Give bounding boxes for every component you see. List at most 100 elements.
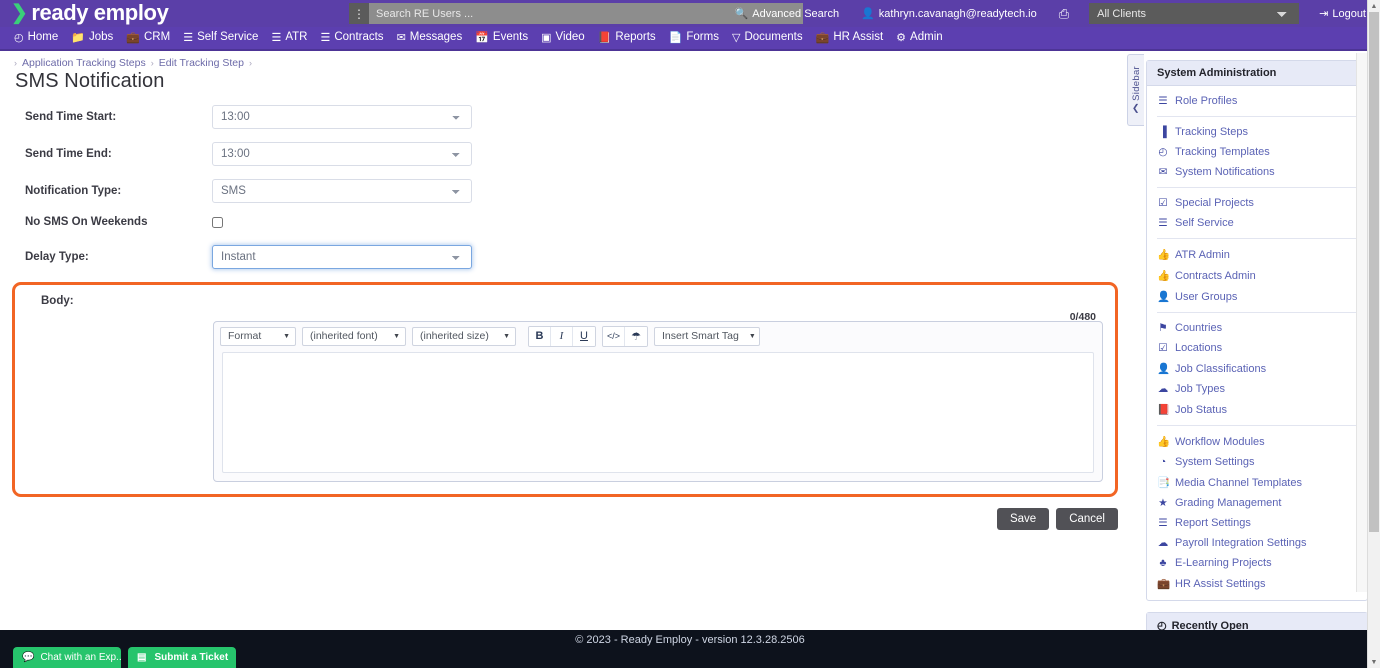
list-icon: ☰	[1158, 95, 1168, 107]
divider	[1157, 312, 1357, 313]
sidebar-item-locations[interactable]: ☑ Locations	[1147, 338, 1367, 358]
sidebar-item-label: System Notifications	[1175, 166, 1275, 178]
nav-item-messages[interactable]: ✉ Messages	[397, 32, 476, 44]
sidebar-item-role-profiles[interactable]: ☰ Role Profiles	[1147, 91, 1367, 111]
divider	[1157, 238, 1357, 239]
browser-scrollbar[interactable]: ▲ ▼	[1367, 0, 1380, 668]
user-account-link[interactable]: 👤 kathryn.cavanagh@readytech.io	[861, 7, 1037, 21]
send-time-start-select[interactable]: 13:00	[212, 105, 472, 129]
sidebar-item-grading-management[interactable]: ★ Grading Management	[1147, 493, 1367, 513]
nav-item-forms[interactable]: 📄 Forms	[669, 32, 732, 44]
sidebar-item-label: Job Status	[1175, 403, 1227, 416]
breadcrumb-separator-icon: ›	[150, 58, 154, 68]
nav-item-video[interactable]: ▣ Video	[541, 32, 598, 44]
nav-item-documents[interactable]: ▽ Documents	[732, 32, 816, 44]
book-icon: 📕	[1157, 404, 1171, 416]
cloud-icon: ☁	[1157, 383, 1169, 395]
search-options-kebab-icon[interactable]: ⋮	[349, 3, 369, 24]
scrollbar-thumb[interactable]	[1369, 12, 1379, 532]
logout-link[interactable]: ⇥ Logout	[1319, 7, 1366, 21]
sidebar-item-job-classifications[interactable]: 👤 Job Classifications	[1147, 358, 1367, 379]
underline-button[interactable]: U	[573, 326, 595, 346]
sidebar-item-label: ATR Admin	[1175, 248, 1230, 261]
sidebar-item-report-settings[interactable]: ☰ Report Settings	[1147, 513, 1367, 533]
sidebar-item-payroll-integration-settings[interactable]: ☁ Payroll Integration Settings	[1147, 533, 1367, 553]
breadcrumb-item-edit-tracking-step[interactable]: Edit Tracking Step	[159, 57, 244, 69]
sidebar-item-media-channel-templates[interactable]: 📑 Media Channel Templates	[1147, 472, 1367, 493]
nav-item-atr[interactable]: ☰ ATR	[271, 32, 320, 44]
insert-smart-tag-dropdown[interactable]: Insert Smart Tag ▼	[654, 326, 760, 346]
sidebar-item-countries[interactable]: ⚑ Countries	[1147, 318, 1367, 338]
field-label: Delay Type:	[25, 251, 89, 263]
nav-item-hr-assist[interactable]: 💼 HR Assist	[816, 32, 897, 44]
sidebar-item-tracking-steps[interactable]: ▐ Tracking Steps	[1147, 122, 1367, 142]
nav-item-reports[interactable]: 📕 Reports	[598, 32, 669, 44]
sidebar-item-e-learning-projects[interactable]: ♣ E-Learning Projects	[1147, 553, 1367, 573]
format-dropdown[interactable]: Format ▼	[220, 326, 296, 346]
list-icon: ☰	[320, 31, 331, 44]
size-dropdown[interactable]: (inherited size) ▼	[412, 326, 516, 346]
sidebar-item-label: HR Assist Settings	[1175, 577, 1266, 590]
breadcrumb-item-application-tracking-steps[interactable]: Application Tracking Steps	[22, 57, 146, 69]
advanced-search-link[interactable]: 🔍 Advanced Search	[734, 7, 840, 21]
footer: © 2023 - Ready Employ - version 12.3.28.…	[0, 630, 1380, 668]
search-icon: 🔍	[734, 8, 749, 20]
body-label: Body:	[41, 295, 74, 307]
save-button[interactable]: Save	[996, 508, 1050, 530]
user-icon: 👤	[1157, 363, 1171, 375]
sidebar-item-job-status[interactable]: 📕 Job Status	[1147, 399, 1367, 420]
font-dropdown[interactable]: (inherited font) ▼	[302, 326, 406, 346]
scroll-down-arrow-icon[interactable]: ▼	[1368, 656, 1380, 668]
sidebar-item-workflow-modules[interactable]: 👍 Workflow Modules	[1147, 431, 1367, 452]
send-time-end-select[interactable]: 13:00	[212, 142, 472, 166]
sidebar-item-user-groups[interactable]: 👤 User Groups	[1147, 286, 1367, 307]
sidebar-toggle-tab[interactable]: Sidebar ❯	[1127, 54, 1144, 126]
submit-ticket-button[interactable]: ▤ Submit a Ticket	[128, 647, 236, 668]
nav-item-admin[interactable]: ⚙ Admin	[896, 32, 955, 44]
nav-label: Reports	[615, 31, 656, 44]
brand-logo[interactable]: ❯ ready employ	[0, 2, 169, 24]
divider	[1157, 425, 1357, 426]
logout-icon: ⇥	[1319, 8, 1329, 20]
format-dropdown-label: Format	[228, 330, 262, 342]
sidebar-item-label: Self Service	[1175, 217, 1234, 229]
sidebar-item-tracking-templates[interactable]: ◴ Tracking Templates	[1147, 142, 1367, 162]
sidebar-item-label: Role Profiles	[1175, 95, 1238, 107]
source-group: </> ☂	[602, 325, 648, 347]
sidebar-item-system-notifications[interactable]: ✉ System Notifications	[1147, 162, 1367, 182]
nav-item-jobs[interactable]: 📁 Jobs	[71, 32, 126, 44]
nav-item-crm[interactable]: 💼 CRM	[126, 32, 183, 44]
smart-tag-label: Insert Smart Tag	[662, 330, 739, 342]
sidebar-item-hr-assist-settings[interactable]: 💼 HR Assist Settings	[1147, 573, 1367, 594]
nav-item-events[interactable]: 📅 Events	[475, 32, 541, 44]
nav-item-contracts[interactable]: ☰ Contracts	[320, 32, 396, 44]
notification-type-select[interactable]: SMS	[212, 179, 472, 203]
logout-label: Logout	[1332, 7, 1366, 20]
divider	[1157, 116, 1357, 117]
sidebar-item-job-types[interactable]: ☁ Job Types	[1147, 379, 1367, 399]
chat-with-expert-button[interactable]: 💬 Chat with an Exp...	[13, 647, 121, 668]
nav-item-home[interactable]: ◴ Home	[14, 32, 71, 44]
sidebar-item-special-projects[interactable]: ☑ Special Projects	[1147, 193, 1367, 213]
scroll-up-arrow-icon[interactable]: ▲	[1368, 0, 1380, 12]
nav-label: Documents	[744, 31, 803, 44]
sidebar-item-self-service[interactable]: ☰ Self Service	[1147, 213, 1367, 233]
sidebar-item-atr-admin[interactable]: 👍 ATR Admin	[1147, 244, 1367, 265]
bold-button[interactable]: B	[529, 326, 551, 346]
chevron-right-icon: ❯	[1132, 103, 1140, 114]
delay-type-select[interactable]: Instant	[212, 245, 472, 269]
field-no-sms-on-weekends: No SMS On Weekends	[0, 216, 1130, 228]
print-icon[interactable]: ⎙	[1059, 6, 1069, 22]
recently-open-label: Recently Open	[1171, 619, 1249, 631]
source-code-icon[interactable]: </>	[603, 326, 625, 346]
sidebar-item-contracts-admin[interactable]: 👍 Contracts Admin	[1147, 265, 1367, 286]
nav-label: CRM	[144, 31, 171, 44]
body-text-area[interactable]	[222, 352, 1094, 473]
nav-item-self-service[interactable]: ☰ Self Service	[183, 32, 271, 44]
cancel-button[interactable]: Cancel	[1056, 508, 1118, 530]
clear-formatting-icon[interactable]: ☂	[625, 326, 647, 346]
italic-button[interactable]: I	[551, 326, 573, 346]
sidebar-item-system-settings[interactable]: ◔ System Settings	[1147, 452, 1367, 472]
no-sms-on-weekends-checkbox[interactable]	[212, 216, 223, 228]
client-filter-select[interactable]: All Clients	[1089, 3, 1300, 24]
